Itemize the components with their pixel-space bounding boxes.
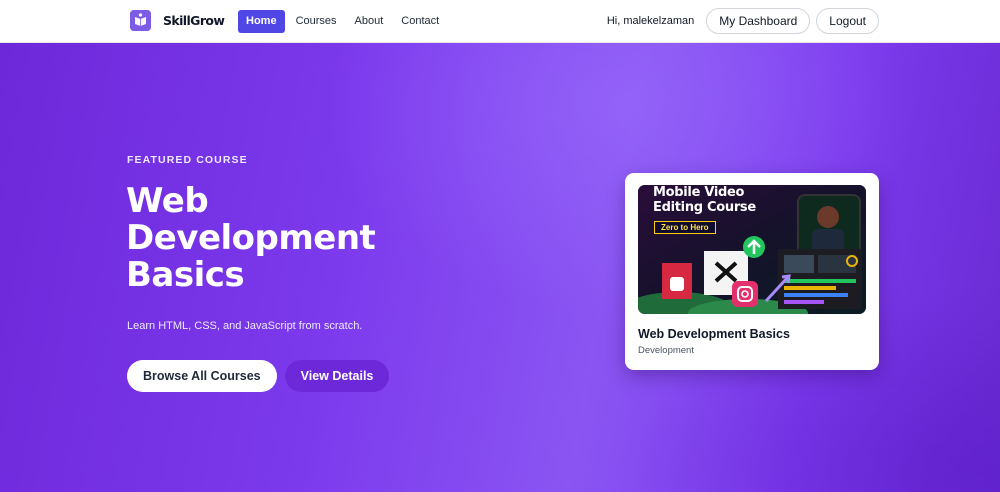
course-category: Development bbox=[638, 345, 694, 356]
view-details-button[interactable]: View Details bbox=[284, 360, 390, 392]
nav-link-courses[interactable]: Courses bbox=[289, 10, 344, 33]
hero-title: Web Development Basics bbox=[126, 181, 376, 295]
hero-section: FEATURED COURSE Web Development Basics L… bbox=[0, 43, 1000, 492]
nav-links: Home Courses About Contact bbox=[238, 10, 450, 33]
thumbnail-badge: Zero to Hero bbox=[654, 221, 716, 234]
featured-course-card[interactable]: Mobile Video Editing Course Zero to Hero… bbox=[625, 173, 879, 370]
nav-link-home[interactable]: Home bbox=[238, 10, 285, 33]
hero-actions: Browse All Courses View Details bbox=[127, 360, 390, 392]
user-greeting: Hi, malekelzaman bbox=[606, 15, 695, 27]
thumbnail-title-line1: Mobile Video bbox=[653, 185, 745, 200]
hero-eyebrow: FEATURED COURSE bbox=[127, 154, 248, 166]
nav-link-about[interactable]: About bbox=[348, 10, 391, 33]
thumbnail-title-line2: Editing Course bbox=[653, 200, 756, 215]
navbar: SkillGrow Home Courses About Contact Hi,… bbox=[0, 0, 1000, 43]
nav-user-area: Hi, malekelzaman My Dashboard Logout bbox=[607, 8, 879, 34]
brand[interactable]: SkillGrow bbox=[130, 10, 225, 31]
brand-name: SkillGrow bbox=[163, 13, 225, 28]
hero-subtitle: Learn HTML, CSS, and JavaScript from scr… bbox=[127, 320, 363, 332]
logout-button[interactable]: Logout bbox=[816, 8, 879, 34]
course-title: Web Development Basics bbox=[638, 327, 790, 341]
course-thumbnail[interactable]: Mobile Video Editing Course Zero to Hero bbox=[638, 185, 866, 314]
dashboard-button[interactable]: My Dashboard bbox=[706, 8, 811, 34]
brand-logo-icon bbox=[130, 10, 151, 31]
browse-courses-button[interactable]: Browse All Courses bbox=[127, 360, 277, 392]
nav-link-contact[interactable]: Contact bbox=[394, 10, 446, 33]
